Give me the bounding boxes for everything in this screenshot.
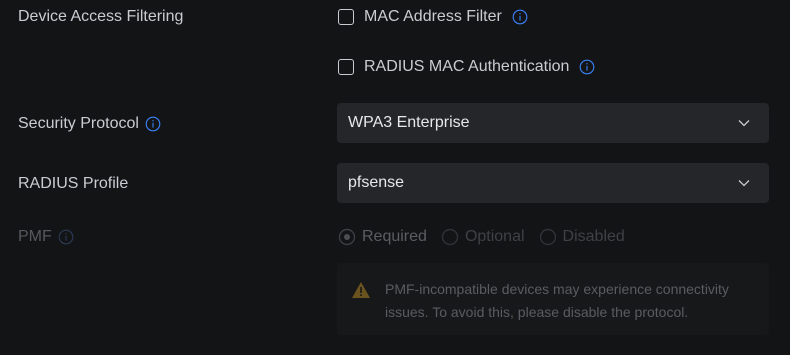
wifi-security-settings-panel: Device Access Filtering MAC Address Filt… <box>0 0 790 355</box>
pmf-warning-box: PMF-incompatible devices may experience … <box>337 263 769 335</box>
radius-mac-auth-option[interactable]: RADIUS MAC Authentication <box>338 58 595 76</box>
pmf-label: PMF <box>18 228 74 246</box>
mac-address-filter-label: MAC Address Filter <box>364 8 502 25</box>
chevron-down-icon <box>738 180 750 187</box>
mac-address-filter-checkbox[interactable] <box>338 9 354 25</box>
pmf-radio-group: Required Optional Disabled <box>338 228 639 246</box>
security-protocol-value: WPA3 Enterprise <box>348 114 470 131</box>
security-protocol-text: Security Protocol <box>18 115 139 132</box>
radio-unselected-icon <box>539 228 556 246</box>
info-icon[interactable] <box>579 59 595 75</box>
radius-profile-value: pfsense <box>348 174 405 191</box>
pmf-option-required-label: Required <box>362 228 427 245</box>
radius-profile-label: RADIUS Profile <box>18 175 128 193</box>
security-protocol-label: Security Protocol <box>18 115 161 133</box>
radius-mac-auth-label: RADIUS MAC Authentication <box>364 58 570 75</box>
pmf-option-disabled-label: Disabled <box>562 228 625 245</box>
pmf-option-optional: Optional <box>441 228 525 246</box>
pmf-option-required: Required <box>338 228 427 246</box>
pmf-warning-line-1: PMF-incompatible devices may experience … <box>385 281 729 297</box>
device-access-filtering-label: Device Access Filtering <box>18 8 183 26</box>
pmf-option-disabled: Disabled <box>539 228 625 246</box>
device-access-filtering-text: Device Access Filtering <box>18 8 184 25</box>
pmf-text: PMF <box>18 228 52 245</box>
security-protocol-select[interactable]: WPA3 Enterprise <box>337 103 769 143</box>
radius-profile-text: RADIUS Profile <box>18 175 129 192</box>
info-icon[interactable] <box>145 116 161 132</box>
chevron-down-icon <box>738 120 750 127</box>
radio-unselected-icon <box>441 228 459 246</box>
info-icon <box>58 229 74 245</box>
pmf-warning-line-2: issues. To avoid this, please disable th… <box>385 304 689 320</box>
radius-profile-select[interactable]: pfsense <box>337 163 769 203</box>
radius-mac-auth-checkbox[interactable] <box>338 59 354 75</box>
info-icon[interactable] <box>512 9 528 25</box>
radio-selected-icon <box>338 228 356 246</box>
warning-triangle-icon <box>352 282 370 298</box>
pmf-option-optional-label: Optional <box>464 228 525 245</box>
mac-address-filter-option[interactable]: MAC Address Filter <box>338 8 528 26</box>
